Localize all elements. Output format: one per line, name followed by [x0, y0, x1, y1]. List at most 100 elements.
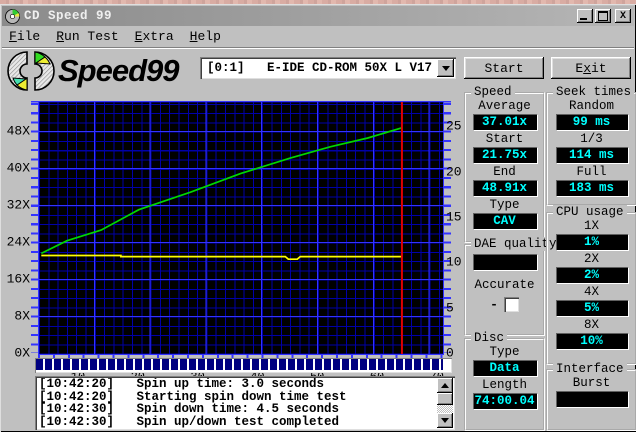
lcd-value-display: 2% — [556, 267, 628, 283]
lcd-value-display: 5% — [556, 300, 628, 316]
dae-quality-panel: DAE quality Accurate - — [464, 244, 545, 336]
field-label: End — [493, 165, 516, 180]
disc-panel-title: Disc — [471, 331, 507, 345]
y-axis-label-right: 15 — [446, 209, 462, 224]
lcd-value-display: 1% — [556, 234, 628, 250]
speed-panel-title: Speed — [471, 85, 515, 99]
chart-series-svg — [39, 102, 443, 354]
arrow-up-icon — [441, 383, 449, 388]
interface-panel: Interface Burst — [546, 369, 636, 431]
exit-button-label: Exit — [575, 61, 606, 76]
lcd-value-display: 21.75x — [473, 147, 537, 163]
lcd-value-display: 74:00.04 — [473, 393, 537, 409]
start-button[interactable]: Start — [464, 57, 544, 79]
y-axis-label-left: 0X — [2, 346, 30, 361]
maximize-icon — [598, 11, 608, 21]
lcd-value-display: 10% — [556, 333, 628, 349]
y-axis-label-right: 10 — [446, 255, 462, 270]
lcd-value-display: 99 ms — [556, 114, 628, 130]
dae-quality-display — [473, 254, 537, 270]
cpu-usage-panel: CPU usage 1X1%2X2%4X5%8X10% — [546, 212, 636, 365]
lcd-value-display — [556, 391, 628, 407]
field-label: Length — [482, 378, 527, 393]
arrow-down-icon — [441, 418, 449, 423]
y-axis-label-left: 32X — [2, 198, 30, 213]
field-label: 2X — [584, 252, 599, 267]
drive-select-dropdown[interactable]: [0:1] E-IDE CD-ROM 50X L V17 — [200, 57, 456, 79]
seek-times-panel: Seek times Random99 ms1/3114 msFull183 m… — [546, 92, 636, 206]
y-axis-label-left: 48X — [2, 124, 30, 139]
drive-select-value: [0:1] E-IDE CD-ROM 50X L V17 — [200, 61, 432, 75]
speed-panel: Speed Average37.01xStart21.75xEnd48.91xT… — [464, 92, 545, 243]
close-icon: X — [620, 11, 626, 22]
y-axis-label-right: 5 — [446, 300, 454, 315]
test-progress-bar — [35, 358, 452, 373]
menu-item-file[interactable]: File — [2, 27, 49, 46]
progress-fill — [36, 359, 443, 370]
lcd-value-display: 183 ms — [556, 180, 628, 196]
y-axis-ticks-right — [444, 101, 451, 353]
rotation-speed-series-line — [41, 256, 402, 260]
log-line: [10:42:20] Spin up time: 3.0 seconds — [39, 378, 437, 391]
minimize-icon — [580, 18, 587, 20]
scrollbar-thumb[interactable] — [437, 393, 453, 405]
accurate-value: - — [490, 297, 498, 312]
cd-logo-icon — [6, 48, 56, 94]
cpu-usage-panel-title: CPU usage — [553, 205, 627, 219]
title-bar[interactable]: CD Speed 99 X — [2, 6, 634, 26]
scroll-down-button[interactable] — [437, 413, 453, 428]
window-title: CD Speed 99 — [24, 9, 112, 23]
app-logo: Speed99 — [6, 50, 179, 92]
field-label: Average — [478, 99, 531, 114]
log-lines: [10:42:20] Spin up time: 3.0 seconds [10:… — [39, 378, 437, 428]
y-axis-label-left: 24X — [2, 235, 30, 250]
transfer-speed-series-line — [41, 128, 402, 254]
cd-speed-app: CD Speed 99 X FileRun TestExtraHelp — [0, 0, 636, 432]
speed-chart-plot — [38, 101, 444, 355]
field-label: Burst — [573, 376, 611, 391]
field-label: 1/3 — [580, 132, 603, 147]
chevron-down-icon — [442, 66, 450, 71]
field-label: Type — [489, 345, 519, 360]
dropdown-arrow-button[interactable] — [437, 59, 454, 77]
field-label: Full — [576, 165, 606, 180]
log-scrollbar[interactable] — [437, 378, 453, 428]
close-button[interactable]: X — [615, 9, 631, 23]
lcd-value-display: 37.01x — [473, 114, 537, 130]
interface-panel-title: Interface — [553, 362, 627, 376]
menu-item-run-test[interactable]: Run Test — [49, 27, 127, 46]
scroll-up-button[interactable] — [437, 378, 453, 393]
menu-bar: FileRun TestExtraHelp — [2, 26, 634, 48]
menu-item-extra[interactable]: Extra — [128, 27, 183, 46]
status-log[interactable]: [10:42:20] Spin up time: 3.0 seconds [10:… — [35, 376, 455, 430]
lcd-value-display: CAV — [473, 213, 537, 229]
y-axis-label-left: 40X — [2, 161, 30, 176]
disc-panel: Disc TypeDataLength74:00.04 — [464, 338, 545, 431]
accurate-label: Accurate — [474, 278, 534, 293]
accurate-checkbox[interactable] — [504, 297, 519, 312]
app-cd-icon — [5, 9, 20, 24]
log-line: [10:42:30] Spin down time: 4.5 seconds — [39, 403, 437, 416]
minimize-button[interactable] — [577, 9, 593, 23]
field-label: Random — [569, 99, 614, 114]
logo-text: Speed99 — [58, 53, 179, 89]
y-axis-ticks-left — [31, 101, 38, 353]
menu-item-help[interactable]: Help — [183, 27, 230, 46]
app-window: CD Speed 99 X FileRun TestExtraHelp — [0, 4, 636, 432]
field-label: 1X — [584, 219, 599, 234]
field-label: 4X — [584, 285, 599, 300]
maximize-button[interactable] — [595, 9, 611, 23]
y-axis-label-left: 16X — [2, 272, 30, 287]
lcd-value-display: 114 ms — [556, 147, 628, 163]
y-axis-label-left: 8X — [2, 309, 30, 324]
lcd-value-display: 48.91x — [473, 180, 537, 196]
y-axis-label-right: 25 — [446, 119, 462, 134]
y-axis-label-right: 20 — [446, 164, 462, 179]
seek-times-panel-title: Seek times — [553, 85, 634, 99]
lcd-value-display: Data — [473, 360, 537, 376]
exit-button[interactable]: Exit — [551, 57, 631, 79]
field-label: Start — [486, 132, 524, 147]
field-label: Type — [489, 198, 519, 213]
log-line: [10:42:30] Spin up/down test completed — [39, 416, 437, 429]
field-label: 8X — [584, 318, 599, 333]
